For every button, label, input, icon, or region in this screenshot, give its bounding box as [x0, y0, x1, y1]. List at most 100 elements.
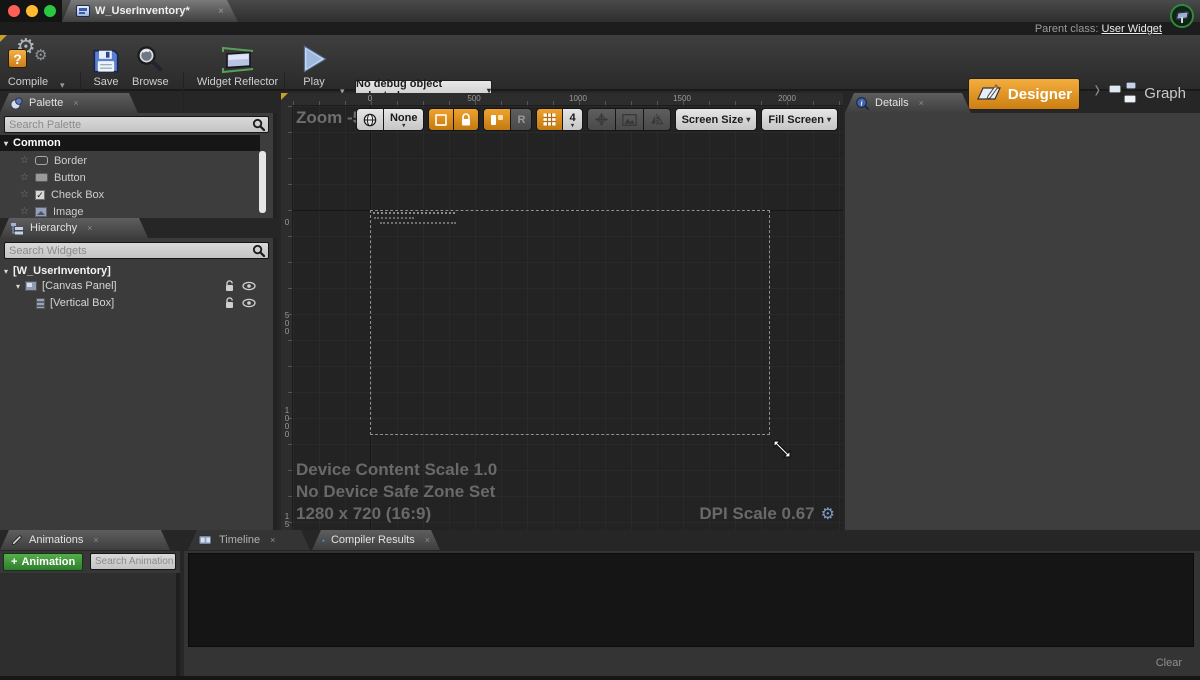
- visibility-eye-icon[interactable]: [242, 298, 256, 308]
- vertical-ruler: 0 500 1000 15: [281, 106, 293, 530]
- widget-blueprint-icon: [76, 5, 90, 17]
- move-arrows-icon: [594, 112, 609, 127]
- unlocked-icon[interactable]: [225, 297, 235, 309]
- chevron-down-icon: ▾: [827, 118, 831, 122]
- localization-r-button[interactable]: R: [511, 108, 532, 131]
- close-icon[interactable]: ×: [919, 98, 924, 108]
- palette-item-image[interactable]: ☆ Image: [0, 203, 260, 220]
- designer-toolbar: None ▾: [356, 107, 838, 132]
- widget-reflector-button[interactable]: Widget Reflector: [195, 38, 280, 88]
- close-icon[interactable]: ×: [270, 535, 275, 545]
- document-tab[interactable]: W_UserInventory* ×: [62, 0, 238, 22]
- favorite-star-icon[interactable]: ☆: [20, 172, 29, 183]
- umg-editor-window: W_UserInventory* × ⚙ ⚙ ? Compile ▾: [0, 0, 1200, 680]
- compiler-console-icon: [322, 534, 325, 547]
- palette-item-check-box[interactable]: ☆ ✓ Check Box: [0, 186, 260, 203]
- hierarchy-search-input[interactable]: [5, 243, 252, 258]
- minimize-window-button[interactable]: [26, 5, 38, 17]
- close-icon[interactable]: ×: [218, 6, 224, 17]
- design-surface[interactable]: Zoom -5: [293, 106, 843, 530]
- text-blocks-icon: [490, 114, 504, 126]
- palette-section-common[interactable]: ▾ Common: [0, 135, 260, 151]
- chevron-down-icon: ▾: [571, 124, 574, 128]
- designer-mode-button[interactable]: Designer: [968, 78, 1080, 110]
- grid-snap-toggle[interactable]: [536, 108, 563, 131]
- mirror-flip-button[interactable]: [644, 108, 671, 131]
- animations-toolbar: + Animation: [0, 551, 180, 573]
- show-anchors-toggle[interactable]: [428, 108, 454, 131]
- flow-direction-dropdown[interactable]: None ▾: [384, 108, 425, 131]
- search-icon: [252, 118, 265, 131]
- parent-class-label: Parent class: User Widget: [1035, 23, 1162, 35]
- clear-button[interactable]: Clear: [1156, 657, 1182, 669]
- tab-hierarchy[interactable]: Hierarchy ×: [0, 218, 148, 238]
- mode-separator-chevron: ›: [1095, 77, 1100, 106]
- dpi-settings-gear-icon[interactable]: ⚙: [821, 504, 835, 524]
- tree-row-vertical-box[interactable]: [Vertical Box]: [0, 295, 270, 311]
- visibility-eye-icon[interactable]: [242, 281, 256, 291]
- window-footer: [0, 676, 1200, 680]
- designer-canvas: 0 500 1000 1500 2000 0 500 1000 15 Zoom …: [281, 93, 843, 530]
- add-animation-button[interactable]: + Animation: [3, 553, 83, 571]
- palette-search-input[interactable]: [5, 117, 252, 132]
- tab-details[interactable]: i Details ×: [845, 93, 971, 113]
- canvas-panel-icon: [25, 281, 37, 291]
- parent-class-link[interactable]: User Widget: [1101, 23, 1162, 35]
- device-content-scale-label: Device Content Scale 1.0: [296, 460, 497, 480]
- tree-row-root[interactable]: ▾ [W_UserInventory]: [0, 263, 270, 279]
- dpi-scale-row: DPI Scale 0.67 ⚙: [699, 504, 835, 524]
- animations-list[interactable]: [0, 573, 180, 677]
- play-button[interactable]: Play: [294, 38, 334, 88]
- expand-arrow-icon[interactable]: ▾: [16, 282, 20, 291]
- widget-preview-content: [373, 212, 455, 214]
- screen-size-dropdown[interactable]: Screen Size ▾: [675, 108, 758, 131]
- compile-options-caret[interactable]: ▾: [60, 81, 65, 90]
- close-icon[interactable]: ×: [93, 535, 98, 545]
- timeline-film-icon: [198, 534, 213, 546]
- border-widget-icon: [35, 156, 48, 165]
- palette-item-button[interactable]: ☆ Button: [0, 169, 260, 186]
- tree-row-canvas-panel[interactable]: ▾ [Canvas Panel]: [0, 278, 270, 294]
- close-icon[interactable]: ×: [87, 223, 92, 233]
- compiler-results-log[interactable]: [188, 553, 1194, 647]
- horizontal-ruler: 0 500 1000 1500 2000: [293, 93, 843, 106]
- animation-search[interactable]: [90, 553, 176, 570]
- graph-mode-button[interactable]: Graph: [1108, 81, 1186, 105]
- localization-preview-language-button[interactable]: [356, 108, 384, 131]
- hierarchy-search[interactable]: [4, 242, 269, 259]
- close-window-button[interactable]: [8, 5, 20, 17]
- tutorial-button[interactable]: [1170, 4, 1194, 28]
- dpi-scale-label: DPI Scale 0.67: [699, 504, 814, 524]
- compile-button[interactable]: ⚙ ⚙ ? Compile: [6, 38, 50, 88]
- close-icon[interactable]: ×: [425, 535, 430, 545]
- resize-areas-button[interactable]: [587, 108, 616, 131]
- close-icon[interactable]: ×: [73, 98, 78, 108]
- palette-item-border[interactable]: ☆ Border: [0, 152, 260, 169]
- favorite-star-icon[interactable]: ☆: [20, 155, 29, 166]
- save-button[interactable]: Save: [92, 38, 120, 88]
- maximize-window-button[interactable]: [44, 5, 56, 17]
- browse-button[interactable]: Browse: [132, 38, 169, 88]
- unlocked-icon[interactable]: [225, 280, 235, 292]
- tab-palette[interactable]: Palette ×: [0, 93, 138, 113]
- expand-arrow-icon: ▾: [4, 139, 8, 148]
- preview-background-button[interactable]: [616, 108, 644, 131]
- favorite-star-icon[interactable]: ☆: [20, 206, 29, 217]
- button-widget-icon: [35, 173, 48, 182]
- resize-cursor: [771, 438, 793, 460]
- graph-icon: [1108, 81, 1138, 105]
- palette-search[interactable]: [4, 116, 269, 133]
- tab-timeline[interactable]: Timeline ×: [188, 530, 310, 550]
- expand-arrow-icon[interactable]: ▾: [4, 267, 8, 276]
- widget-design-outline[interactable]: [370, 210, 770, 435]
- localization-preview-toggle[interactable]: [483, 108, 511, 131]
- grid-snap-size-dropdown[interactable]: 4 ▾: [563, 108, 582, 131]
- title-bar: W_UserInventory* ×: [0, 0, 1200, 22]
- tab-animations[interactable]: Animations ×: [0, 530, 170, 550]
- main-toolbar: ⚙ ⚙ ? Compile ▾ Save: [0, 35, 1200, 91]
- lock-widgets-toggle[interactable]: [454, 108, 479, 131]
- palette-scrollbar[interactable]: [259, 151, 266, 213]
- tab-compiler-results[interactable]: Compiler Results ×: [312, 530, 440, 550]
- favorite-star-icon[interactable]: ☆: [20, 189, 29, 200]
- fill-screen-dropdown[interactable]: Fill Screen ▾: [761, 108, 838, 131]
